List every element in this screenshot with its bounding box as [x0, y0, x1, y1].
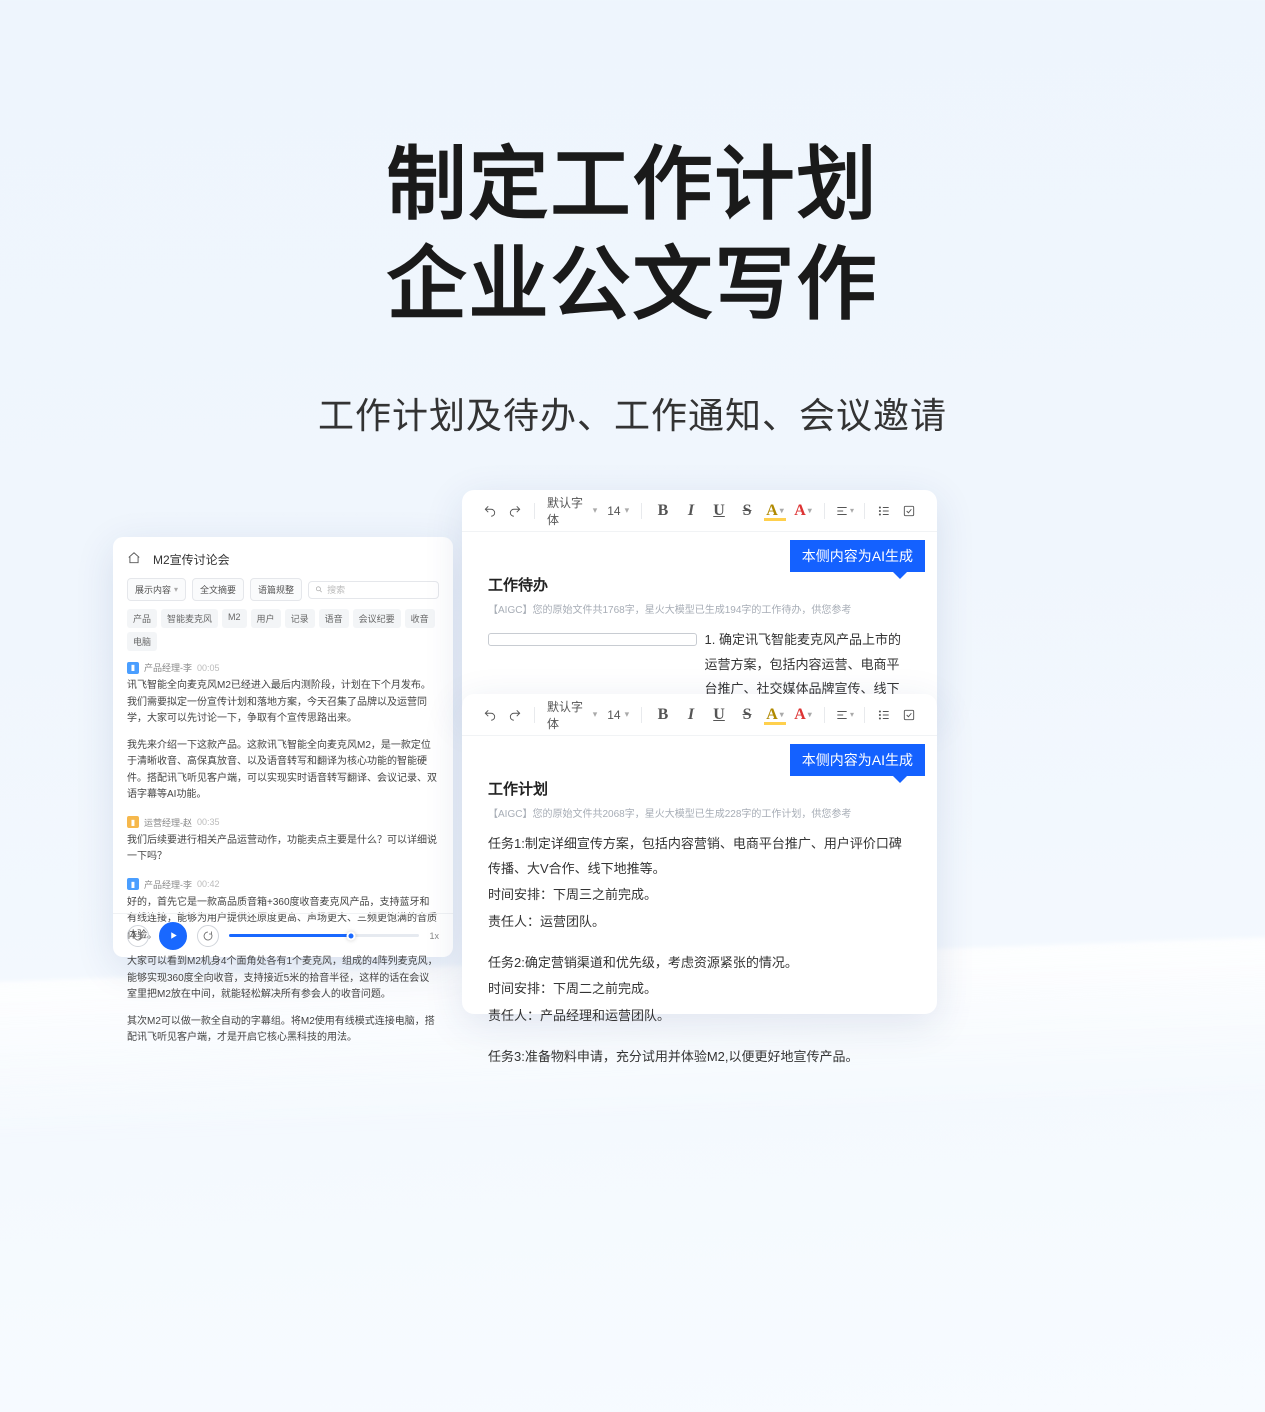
- plan-owner: 责任人：运营团队。: [488, 910, 911, 935]
- plan-time: 时间安排：下周二之前完成。: [488, 977, 911, 1002]
- message-text: 讯飞智能全向麦克风M2已经进入最后内测阶段，计划在下个月发布。我们需要拟定一份宣…: [127, 678, 439, 728]
- textcolor-button[interactable]: A▾: [790, 498, 816, 524]
- undo-button[interactable]: [478, 498, 501, 524]
- list-button[interactable]: [873, 498, 896, 524]
- italic-button[interactable]: I: [678, 498, 704, 524]
- chevron-down-icon: ▾: [593, 505, 598, 516]
- filter-display[interactable]: 展示内容▾: [127, 578, 186, 601]
- avatar-icon: ▮: [127, 816, 139, 828]
- plan-meta: 【AIGC】您的原始文件共2068字，星火大模型已生成228字的工作计划，供您参…: [488, 805, 911, 820]
- transcript-title: M2宣传讨论会: [153, 551, 230, 568]
- plan-title: 工作计划: [488, 778, 911, 799]
- message: ▮ 运营经理-赵 00:35 我们后续要进行相关产品运营动作，功能卖点主要是什么…: [113, 816, 453, 878]
- speaker-name: 产品经理-李: [144, 878, 192, 891]
- checklist-button[interactable]: [898, 702, 921, 728]
- bold-button[interactable]: B: [650, 702, 676, 728]
- plan-owner: 责任人：产品经理和运营团队。: [488, 1004, 911, 1029]
- progress-bar[interactable]: [229, 934, 419, 937]
- highlight-button[interactable]: A▾: [762, 498, 788, 524]
- strike-button[interactable]: S: [734, 498, 760, 524]
- message-text: 其次M2可以做一款全自动的字幕组。将M2使用有线模式连接电脑，搭配讯飞听见客户端…: [127, 1014, 439, 1047]
- search-input[interactable]: [327, 585, 432, 595]
- message-text: 大家可以看到M2机身4个面角处各有1个麦克风，组成的4阵列麦克风，能够实现360…: [127, 954, 439, 1004]
- speaker-name: 运营经理-赵: [144, 816, 192, 829]
- progress-handle[interactable]: [346, 931, 355, 940]
- tag[interactable]: 用户: [251, 609, 281, 628]
- chevron-down-icon: ▾: [593, 709, 598, 720]
- plan-task: 任务2:确定营销渠道和优先级，考虑资源紧张的情况。: [488, 951, 911, 976]
- checkbox[interactable]: [488, 633, 697, 646]
- align-button[interactable]: ▾: [833, 702, 856, 728]
- tag-row: 产品 智能麦克风 M2 用户 记录 语音 会议纪要 收音 电脑: [113, 609, 453, 661]
- tag[interactable]: 会议纪要: [353, 609, 401, 628]
- hero-line2: 企业公文写作: [387, 240, 879, 329]
- editor-toolbar: 默认字体▾ 14▾ B I U S A▾ A▾ ▾: [462, 694, 937, 736]
- redo-button[interactable]: [503, 702, 526, 728]
- avatar-icon: ▮: [127, 662, 139, 674]
- playback-rate[interactable]: 1x: [429, 931, 439, 941]
- audio-player: 1x: [113, 913, 453, 957]
- chevron-down-icon: ▾: [625, 709, 630, 720]
- underline-button[interactable]: U: [706, 702, 732, 728]
- search-icon: [315, 585, 323, 594]
- font-select[interactable]: 默认字体▾: [543, 494, 601, 528]
- plan-editor-card: 默认字体▾ 14▾ B I U S A▾ A▾ ▾ 本侧内容为AI生成 工作计划…: [462, 694, 937, 1014]
- message-text: 我们后续要进行相关产品运营动作，功能卖点主要是什么？可以详细说一下吗？: [127, 833, 439, 866]
- search-box[interactable]: [308, 581, 439, 599]
- tag[interactable]: M2: [222, 609, 247, 628]
- todo-meta: 【AIGC】您的原始文件共1768字，星火大模型已生成194字的工作待办，供您参…: [488, 601, 911, 616]
- tag[interactable]: 电脑: [127, 632, 157, 651]
- message-text: 我先来介绍一下这款产品。这款讯飞智能全向麦克风M2，是一款定位于清晰收音、高保真…: [127, 738, 439, 804]
- bold-button[interactable]: B: [650, 498, 676, 524]
- italic-button[interactable]: I: [678, 702, 704, 728]
- todo-title: 工作待办: [488, 574, 911, 595]
- filter-arrange[interactable]: 语篇规整: [250, 578, 302, 601]
- plan-time: 时间安排：下周三之前完成。: [488, 883, 911, 908]
- message: ▮ 产品经理-李 00:42 好的，首先它是一款高品质音箱+360度收音麦克风产…: [113, 878, 453, 1059]
- speaker-name: 产品经理-李: [144, 661, 192, 674]
- hero-line1: 制定工作计划: [387, 140, 879, 229]
- underline-button[interactable]: U: [706, 498, 732, 524]
- filter-summary[interactable]: 全文摘要: [192, 578, 244, 601]
- progress-fill: [229, 934, 351, 937]
- list-button[interactable]: [873, 702, 896, 728]
- align-button[interactable]: ▾: [833, 498, 856, 524]
- tag[interactable]: 产品: [127, 609, 157, 628]
- font-select[interactable]: 默认字体▾: [543, 698, 601, 732]
- chevron-down-icon: ▾: [174, 585, 178, 594]
- checklist-button[interactable]: [898, 498, 921, 524]
- fontsize-select[interactable]: 14▾: [603, 708, 633, 722]
- textcolor-button[interactable]: A▾: [790, 702, 816, 728]
- rewind-button[interactable]: [127, 925, 149, 947]
- tag[interactable]: 语音: [319, 609, 349, 628]
- play-button[interactable]: [159, 922, 187, 950]
- timestamp: 00:42: [197, 879, 220, 889]
- forward-button[interactable]: [197, 925, 219, 947]
- ai-badge: 本侧内容为AI生成: [790, 540, 925, 572]
- hero-subtitle: 工作计划及待办、工作通知、会议邀请: [0, 387, 1265, 439]
- fontsize-select[interactable]: 14▾: [603, 504, 633, 518]
- tag[interactable]: 智能麦克风: [161, 609, 218, 628]
- ai-badge: 本侧内容为AI生成: [790, 744, 925, 776]
- tag[interactable]: 记录: [285, 609, 315, 628]
- transcript-card: M2宣传讨论会 展示内容▾ 全文摘要 语篇规整 产品 智能麦克风 M2 用户 记…: [113, 537, 453, 957]
- undo-button[interactable]: [478, 702, 501, 728]
- highlight-button[interactable]: A▾: [762, 702, 788, 728]
- plan-task: 任务3:准备物料申请，充分试用并体验M2,以便更好地宣传产品。: [488, 1045, 911, 1070]
- strike-button[interactable]: S: [734, 702, 760, 728]
- timestamp: 00:35: [197, 817, 220, 827]
- editor-toolbar: 默认字体▾ 14▾ B I U S A▾ A▾ ▾: [462, 490, 937, 532]
- redo-button[interactable]: [503, 498, 526, 524]
- todo-editor-card: 默认字体▾ 14▾ B I U S A▾ A▾ ▾ 本侧内容为AI生成 工作待办…: [462, 490, 937, 714]
- plan-task: 任务1:制定详细宣传方案，包括内容营销、电商平台推广、用户评价口碑传播、大V合作…: [488, 832, 911, 881]
- home-icon[interactable]: [127, 551, 141, 568]
- message: ▮ 产品经理-李 00:05 讯飞智能全向麦克风M2已经进入最后内测阶段，计划在…: [113, 661, 453, 816]
- tag[interactable]: 收音: [405, 609, 435, 628]
- avatar-icon: ▮: [127, 878, 139, 890]
- timestamp: 00:05: [197, 663, 220, 673]
- chevron-down-icon: ▾: [625, 505, 630, 516]
